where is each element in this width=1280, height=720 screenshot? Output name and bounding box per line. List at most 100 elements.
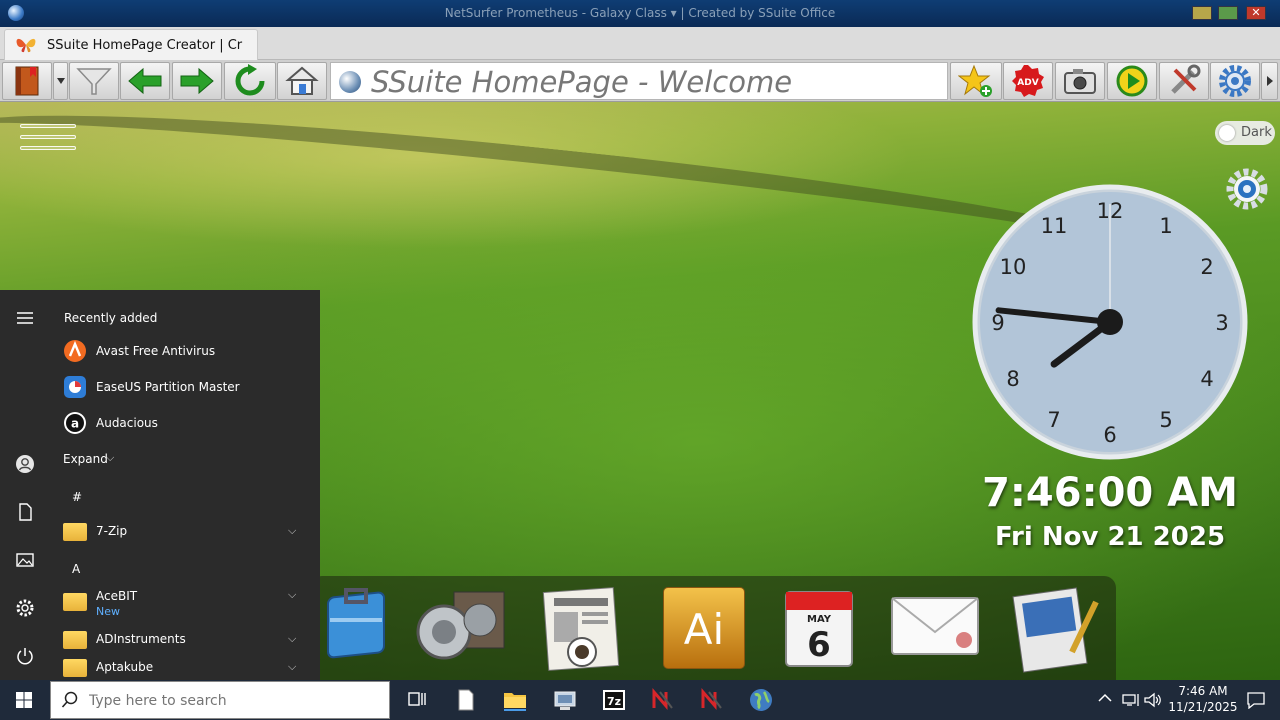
toggle-knob xyxy=(1219,125,1235,141)
7zip-icon[interactable]: 7z xyxy=(600,686,628,714)
chevron-down-icon: ⌵ xyxy=(288,524,297,537)
easeus-icon xyxy=(64,376,86,398)
home-icon xyxy=(285,66,319,95)
toolbar-overflow-button[interactable] xyxy=(1261,62,1278,100)
notepad-icon[interactable] xyxy=(1006,582,1102,674)
newspaper-icon[interactable] xyxy=(536,582,632,674)
butterfly-icon xyxy=(16,38,36,53)
star-add-icon xyxy=(958,64,992,97)
file-explorer-icon[interactable] xyxy=(501,686,529,714)
clock-number: 5 xyxy=(1159,408,1172,432)
close-button[interactable]: ✕ xyxy=(1246,6,1266,20)
section-letter-a[interactable]: A xyxy=(72,562,80,576)
mail-icon[interactable] xyxy=(886,582,982,674)
folder-icon xyxy=(63,593,87,611)
chevron-down-icon: ⌵ xyxy=(288,632,297,645)
list-item-7zip[interactable]: 7-Zip ⌵ xyxy=(50,514,320,548)
documents-icon[interactable] xyxy=(15,502,35,522)
address-text[interactable]: SSuite HomePage - Welcome xyxy=(371,65,792,99)
illustrator-icon[interactable]: Ai xyxy=(656,582,752,674)
power-icon[interactable] xyxy=(15,646,35,666)
list-item-label: Avast Free Antivirus xyxy=(96,344,216,358)
minimize-button[interactable] xyxy=(1192,6,1212,20)
clock-number: 4 xyxy=(1200,367,1213,391)
netsurfer-n-icon[interactable] xyxy=(649,686,677,714)
notification-icon[interactable] xyxy=(1246,691,1266,712)
favorites-menu-button[interactable] xyxy=(69,62,119,100)
notepad-taskbar-icon[interactable] xyxy=(452,686,480,714)
home-button[interactable] xyxy=(277,62,327,100)
forward-button[interactable] xyxy=(172,62,222,100)
folder-icon xyxy=(63,659,87,677)
chevron-up-icon[interactable] xyxy=(1098,692,1112,706)
calendar-icon[interactable]: MAY 6 xyxy=(772,582,868,674)
tools-button[interactable] xyxy=(1159,62,1209,100)
hamburger-menu-icon[interactable] xyxy=(15,308,35,328)
network-computer-icon[interactable] xyxy=(551,686,579,714)
play-button[interactable] xyxy=(1107,62,1157,100)
list-item-audacious[interactable]: a Audacious xyxy=(50,406,320,440)
tray-clock[interactable]: 7:46 AM 11/21/2025 xyxy=(1166,683,1240,715)
task-view-icon[interactable] xyxy=(403,686,431,714)
recently-added-heading: Recently added xyxy=(64,311,158,325)
screenshot-button[interactable] xyxy=(1055,62,1105,100)
dark-mode-toggle[interactable]: Dark xyxy=(1215,121,1275,145)
chevron-down-icon: ⌵ xyxy=(106,451,115,464)
list-item-avast[interactable]: Avast Free Antivirus xyxy=(50,334,320,368)
page-menu-button[interactable] xyxy=(20,124,76,154)
maximize-button[interactable] xyxy=(1218,6,1238,20)
adv-badge-icon: ADV xyxy=(1012,65,1044,97)
chevron-down-icon: ⌵ xyxy=(288,660,297,673)
list-item-acebit[interactable]: AceBIT New ⌵ xyxy=(50,584,320,620)
globe-icon xyxy=(339,71,361,93)
settings-gear-icon[interactable] xyxy=(15,598,35,618)
add-favorite-button[interactable] xyxy=(950,62,1002,100)
netsurfer-n-icon-2[interactable] xyxy=(698,686,726,714)
taskbar-search[interactable] xyxy=(50,681,390,719)
settings-button[interactable] xyxy=(1210,62,1260,100)
network-icon[interactable] xyxy=(1122,692,1140,711)
globe-browser-icon[interactable] xyxy=(747,686,775,714)
funnel-icon xyxy=(76,68,112,95)
chevron-right-icon xyxy=(1266,76,1273,86)
search-input[interactable] xyxy=(87,689,377,713)
bookmarks-button[interactable] xyxy=(2,62,52,100)
section-letter-hash[interactable]: # xyxy=(72,490,82,504)
adblock-button[interactable]: ADV xyxy=(1003,62,1053,100)
refresh-icon xyxy=(235,64,265,96)
start-menu-rail xyxy=(0,290,50,680)
windows-start-icon[interactable] xyxy=(0,680,48,720)
gear-icon xyxy=(1219,65,1251,97)
bookmarks-dropdown[interactable] xyxy=(53,62,68,100)
refresh-button[interactable] xyxy=(224,62,276,100)
clock-number: 1 xyxy=(1159,214,1172,238)
audacious-glyph: a xyxy=(71,417,79,431)
clock-number: 9 xyxy=(991,311,1004,335)
7zip-label: 7z xyxy=(607,695,621,708)
digital-date: Fri Nov 21 2025 xyxy=(994,522,1226,552)
expand-button[interactable]: Expand ⌵ xyxy=(50,442,320,476)
user-account-icon[interactable] xyxy=(15,454,35,474)
clock-number: 7 xyxy=(1047,408,1060,432)
list-item-aptakube[interactable]: Aptakube ⌵ xyxy=(50,650,320,680)
window-title: NetSurfer Prometheus - Galaxy Class ▾ | … xyxy=(444,6,836,20)
briefcase-icon[interactable] xyxy=(308,582,404,674)
back-button[interactable] xyxy=(120,62,170,100)
new-badge: New xyxy=(96,605,120,618)
tab-label: SSuite HomePage Creator | Cr xyxy=(47,38,243,53)
system-tray: 7:46 AM 11/21/2025 xyxy=(1094,680,1280,720)
chevron-down-icon xyxy=(56,78,65,84)
forward-arrow-icon xyxy=(180,67,214,95)
window-title-bar: NetSurfer Prometheus - Galaxy Class ▾ | … xyxy=(0,0,1280,27)
list-item-easeus[interactable]: EaseUS Partition Master xyxy=(50,370,320,404)
illustrator-icon-text: Ai xyxy=(684,605,724,654)
pictures-icon[interactable] xyxy=(15,550,35,570)
volume-icon[interactable] xyxy=(1144,692,1162,711)
address-bar[interactable]: SSuite HomePage - Welcome xyxy=(330,62,948,100)
clock-number: 10 xyxy=(1000,255,1027,279)
speaker-icon[interactable] xyxy=(414,582,510,674)
tab-homepage-creator[interactable]: SSuite HomePage Creator | Cr xyxy=(4,29,258,60)
dark-mode-label: Dark xyxy=(1241,125,1272,140)
search-icon xyxy=(61,691,78,708)
clock-number: 8 xyxy=(1006,367,1019,391)
